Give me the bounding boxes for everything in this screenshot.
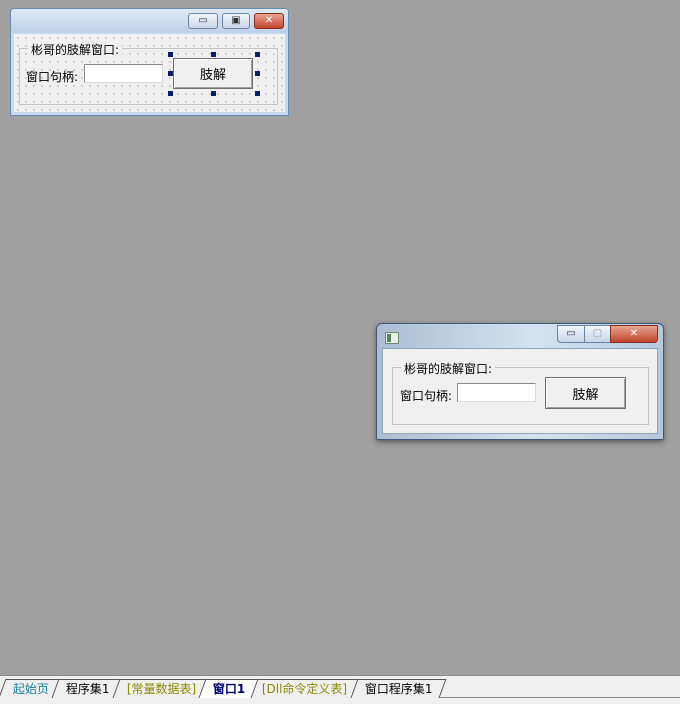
design-window-titlebar[interactable]: ▭ ▣ ✕ xyxy=(11,9,288,33)
tab-label: 窗口1 xyxy=(212,682,246,696)
maximize-icon[interactable]: ▣ xyxy=(222,13,250,29)
selection-handle[interactable] xyxy=(255,52,260,57)
runtime-window[interactable]: ▭ ▢ ✕ 彬哥的肢解窗口: 窗口句柄: 肢解 xyxy=(376,323,664,440)
window-handle-input[interactable] xyxy=(457,383,536,402)
tab-label: 程序集1 xyxy=(65,682,110,696)
close-icon[interactable]: ✕ xyxy=(610,325,658,343)
selection-handle[interactable] xyxy=(211,91,216,96)
window-handle-input[interactable] xyxy=(84,64,163,83)
tab-label: [常量数据表] xyxy=(126,682,196,696)
tab-label: [Dll命令定义表] xyxy=(262,682,348,696)
dismember-button[interactable]: 肢解 xyxy=(173,58,253,89)
selection-handle[interactable] xyxy=(255,91,260,96)
tab-label: 起始页 xyxy=(12,682,49,696)
minimize-icon[interactable]: ▭ xyxy=(188,13,218,29)
selection-handle[interactable] xyxy=(168,91,173,96)
groupbox-title: 彬哥的肢解窗口: xyxy=(401,360,496,377)
tab-item[interactable]: 窗口程序集1 xyxy=(350,679,446,698)
tab-item[interactable]: [Dll命令定义表] xyxy=(247,679,362,698)
groupbox-title: 彬哥的肢解窗口: xyxy=(28,41,123,58)
maximize-icon: ▢ xyxy=(584,325,611,343)
close-icon[interactable]: ✕ xyxy=(254,13,284,29)
selection-handle[interactable] xyxy=(168,52,173,57)
dismember-button[interactable]: 肢解 xyxy=(545,377,626,409)
tab-item[interactable]: 窗口1 xyxy=(198,679,259,698)
document-tab-bar: 起始页 程序集1 [常量数据表] 窗口1 [Dll命令定义表] 窗口程序集1 xyxy=(0,675,680,704)
selection-handle[interactable] xyxy=(168,71,173,76)
selection-handle[interactable] xyxy=(211,52,216,57)
app-icon xyxy=(385,332,399,344)
tab-item[interactable]: [常量数据表] xyxy=(112,679,210,698)
tab-list: 起始页 程序集1 [常量数据表] 窗口1 [Dll命令定义表] 窗口程序集1 xyxy=(0,679,446,698)
runtime-window-client: 彬哥的肢解窗口: 窗口句柄: 肢解 xyxy=(382,348,658,434)
tab-label: 窗口程序集1 xyxy=(364,682,433,696)
minimize-icon[interactable]: ▭ xyxy=(557,325,585,343)
design-window-client: 彬哥的肢解窗口: 窗口句柄: 肢解 xyxy=(14,34,285,112)
selection-handle[interactable] xyxy=(255,71,260,76)
window-handle-label: 窗口句柄: xyxy=(400,389,453,403)
window-handle-label: 窗口句柄: xyxy=(26,70,79,84)
design-window[interactable]: ▭ ▣ ✕ 彬哥的肢解窗口: 窗口句柄: 肢解 xyxy=(10,8,289,116)
